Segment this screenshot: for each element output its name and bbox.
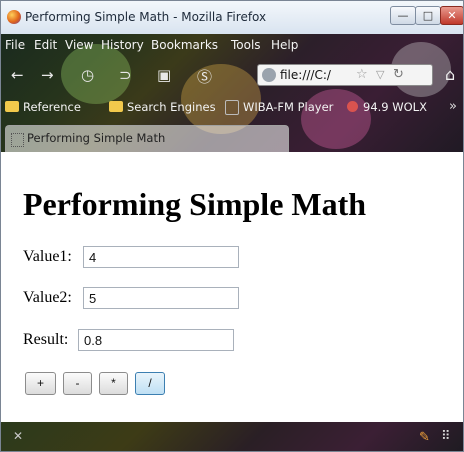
page-icon — [225, 100, 239, 115]
add-button[interactable]: + — [25, 372, 56, 395]
menu-history[interactable]: History — [101, 38, 144, 52]
divide-button[interactable]: / — [135, 372, 165, 395]
more-bookmarks-icon[interactable]: » — [449, 99, 457, 114]
url-dropdown-icon[interactable]: ▽ — [376, 68, 384, 81]
navigation-bar: ← → ◷ ⊃ ▣ Ⓢ file:///C:/ ☆ ▽ ↻ ⌂ — [1, 56, 463, 94]
bookmark-wiba-fm-player[interactable]: WIBA-FM Player — [243, 100, 333, 114]
window-title: Performing Simple Math - Mozilla Firefox — [25, 10, 267, 24]
result-label: Result: — [23, 331, 69, 348]
sync-icon[interactable]: Ⓢ — [197, 66, 212, 87]
browser-window: Performing Simple Math - Mozilla Firefox… — [0, 0, 464, 452]
menu-help[interactable]: Help — [271, 38, 298, 52]
tab-performing-simple-math[interactable]: Performing Simple Math — [5, 125, 289, 152]
url-text[interactable]: file:///C:/ — [280, 68, 331, 82]
close-button[interactable]: ✕ — [440, 6, 463, 25]
value2-input[interactable]: 5 — [83, 287, 239, 309]
site-identity-icon[interactable] — [262, 68, 276, 82]
bookmarks-toolbar: Reference Search Engines WIBA-FM Player … — [1, 94, 463, 122]
browser-chrome: File Edit View History Bookmarks Tools H… — [1, 34, 463, 152]
rss-feed-icon[interactable]: ⊃ — [119, 66, 132, 84]
back-arrow-icon[interactable]: ← — [11, 66, 24, 84]
menu-file[interactable]: File — [5, 38, 25, 52]
menu-tools[interactable]: Tools — [231, 38, 261, 52]
menu-edit[interactable]: Edit — [34, 38, 57, 52]
multiply-button[interactable]: * — [99, 372, 128, 395]
history-clock-icon[interactable]: ◷ — [81, 66, 94, 84]
home-icon[interactable]: ⌂ — [445, 65, 455, 84]
addon-bar: ✕ ✎ ⠿ — [1, 422, 463, 451]
reload-icon[interactable]: ↻ — [393, 67, 404, 82]
minimize-button[interactable]: — — [390, 6, 416, 25]
result-input[interactable]: 0.8 — [78, 329, 234, 351]
bookmark-search-engines[interactable]: Search Engines — [127, 100, 216, 114]
resize-grip-icon[interactable]: ⠿ — [441, 429, 451, 444]
subtract-button[interactable]: - — [63, 372, 92, 395]
value1-label: Value1: — [23, 248, 72, 265]
page-content: Performing Simple Math Value1: 4 Value2:… — [1, 152, 463, 422]
menu-bar: File Edit View History Bookmarks Tools H… — [1, 34, 463, 56]
bookmark-star-icon[interactable]: ☆ — [356, 67, 368, 82]
download-addon-icon[interactable]: ▣ — [157, 66, 171, 84]
value2-label: Value2: — [23, 289, 72, 306]
radio-station-icon — [347, 101, 358, 112]
firefox-icon — [7, 10, 21, 24]
tab-label: Performing Simple Math — [27, 131, 166, 145]
page-heading: Performing Simple Math — [23, 186, 367, 222]
title-bar: Performing Simple Math - Mozilla Firefox… — [1, 1, 463, 35]
minimize-icon: — — [397, 9, 409, 22]
menu-bookmarks[interactable]: Bookmarks — [151, 38, 218, 52]
bookmark-949-wolx[interactable]: 94.9 WOLX — [363, 100, 427, 114]
forward-arrow-icon[interactable]: → — [41, 66, 54, 84]
close-icon: ✕ — [447, 9, 457, 22]
close-addon-bar-icon[interactable]: ✕ — [13, 429, 23, 443]
folder-icon — [109, 101, 123, 112]
tab-strip: Performing Simple Math — [1, 122, 463, 152]
folder-icon — [5, 101, 19, 112]
maximize-icon: □ — [422, 9, 434, 22]
value1-input[interactable]: 4 — [83, 246, 239, 268]
url-bar[interactable]: file:///C:/ ☆ ▽ ↻ — [257, 64, 433, 86]
bookmark-reference[interactable]: Reference — [23, 100, 81, 114]
menu-view[interactable]: View — [65, 38, 93, 52]
addon-icon[interactable]: ✎ — [419, 430, 430, 445]
page-icon — [11, 133, 24, 147]
maximize-button[interactable]: □ — [415, 6, 441, 25]
